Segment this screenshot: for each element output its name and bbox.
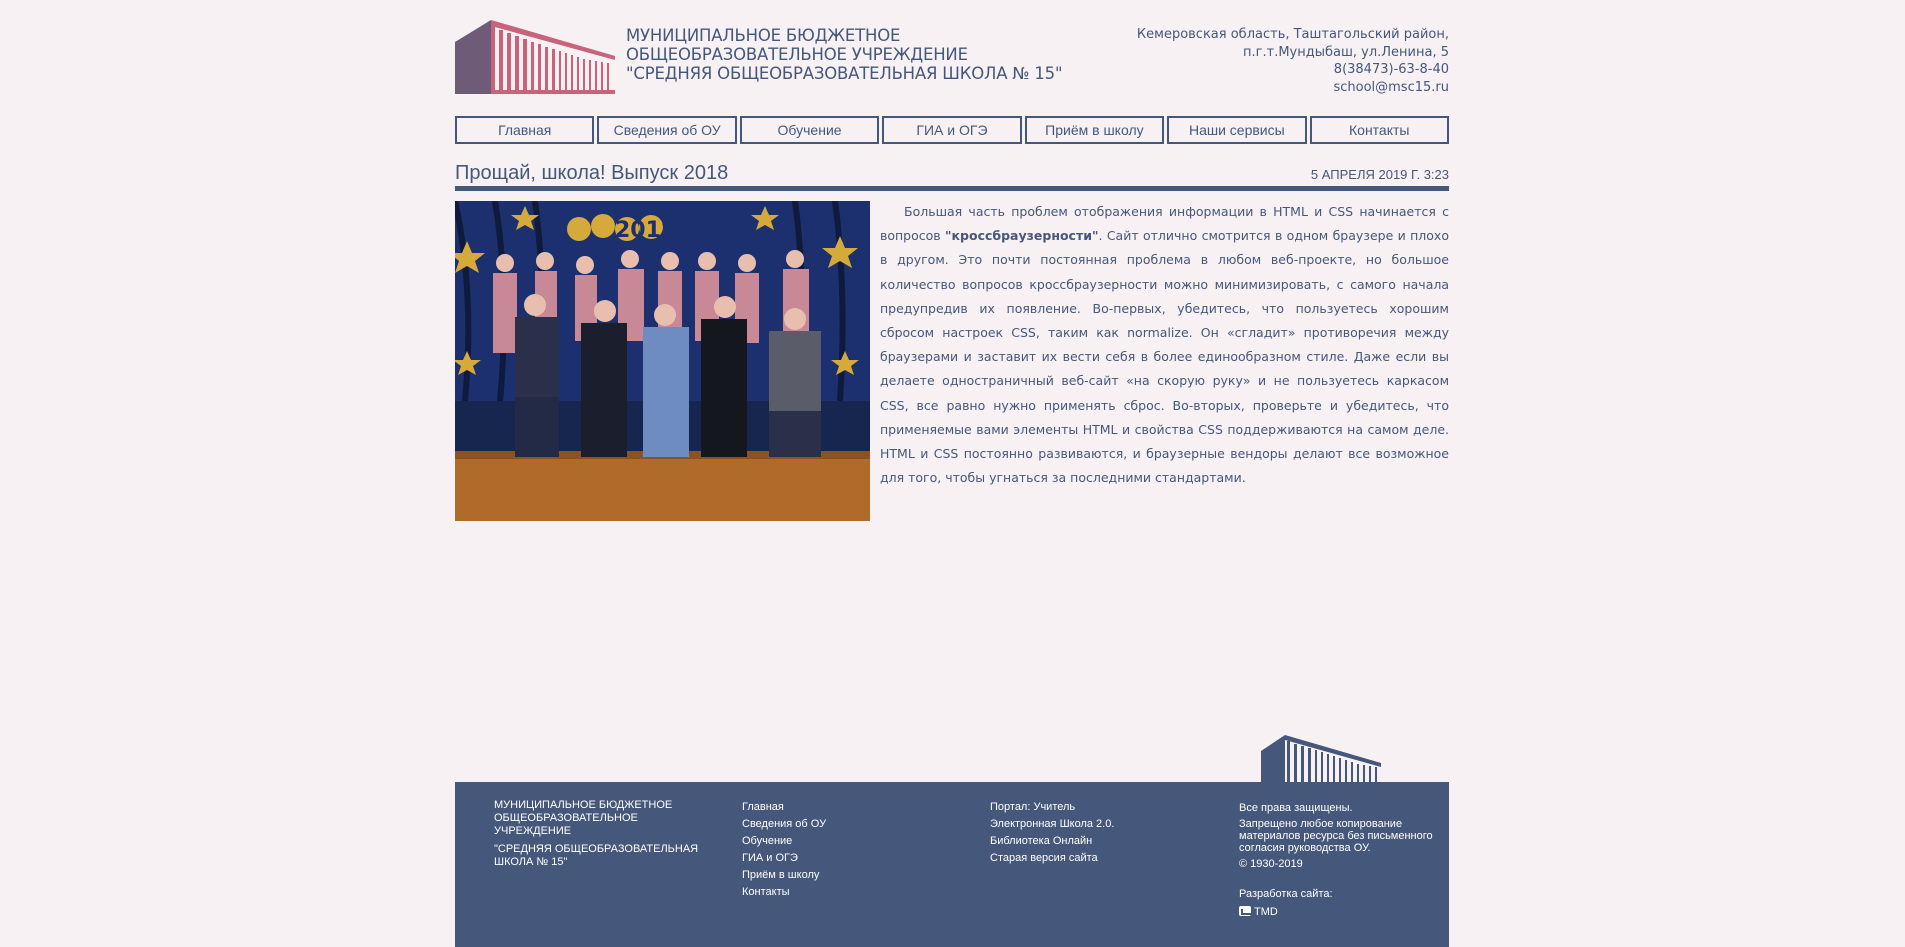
article-text: Большая часть проблем отображения информ… bbox=[880, 200, 1449, 490]
footer-link-library[interactable]: Библиотека Онлайн bbox=[990, 833, 1114, 850]
nav-item-exams[interactable]: ГИА и ОГЭ bbox=[882, 116, 1022, 144]
footer-link-about[interactable]: Сведения об ОУ bbox=[742, 816, 826, 833]
footer-link-teacher-portal[interactable]: Портал: Учитель bbox=[990, 799, 1114, 816]
nav-item-admission[interactable]: Приём в школу bbox=[1024, 116, 1165, 144]
footer-link-contacts[interactable]: Контакты bbox=[742, 884, 826, 901]
school-building-logo-icon[interactable] bbox=[455, 18, 615, 94]
footer-link-home[interactable]: Главная bbox=[742, 799, 826, 816]
article-text-rest: . Сайт отлично смотрится в одном браузер… bbox=[880, 228, 1449, 486]
footer-name-line: ШКОЛА № 15" bbox=[494, 856, 568, 868]
nav-item-contacts[interactable]: Контакты bbox=[1309, 116, 1449, 144]
main-nav: Главная Сведения об ОУ Обучение ГИА и ОГ… bbox=[455, 116, 1449, 144]
school-name: МУНИЦИПАЛЬНОЕ БЮДЖЕТНОЕ ОБЩЕОБРАЗОВАТЕЛЬ… bbox=[626, 26, 1063, 83]
footer-copy-notice: согласия руководства ОУ. bbox=[1239, 842, 1371, 854]
address-line: Кемеровская область, Таштагольский район… bbox=[1136, 27, 1449, 42]
address-line: п.г.т.Мундыбаш, ул.Ленина, 5 bbox=[1243, 44, 1449, 60]
footer-link-e-school[interactable]: Электронная Школа 2.0. bbox=[990, 816, 1114, 833]
footer-dev-label: Разработка сайта: bbox=[1239, 888, 1333, 900]
article-header: Прощай, школа! Выпуск 2018 5 апреля 2019… bbox=[455, 160, 1449, 191]
article-text-bold: "кроссбраузерности" bbox=[945, 228, 1099, 244]
footer-copy-notice: Запрещено любое копирование bbox=[1239, 818, 1403, 830]
footer-link-exams[interactable]: ГИА и ОГЭ bbox=[742, 850, 826, 867]
footer-menu: Главная Сведения об ОУ Обучение ГИА и ОГ… bbox=[742, 799, 826, 901]
footer-copy-notice: материалов ресурса без письменного bbox=[1239, 830, 1433, 842]
footer-dev-link[interactable]: TMD bbox=[1239, 906, 1439, 918]
footer-dev-name: TMD bbox=[1254, 906, 1278, 918]
footer-name-line: "СРЕДНЯЯ ОБЩЕОБРАЗОВАТЕЛЬНАЯ bbox=[494, 843, 699, 855]
footer-rights: Все права защищены. bbox=[1239, 802, 1353, 814]
site-footer: МУНИЦИПАЛЬНОЕ БЮДЖЕТНОЕ ОБЩЕОБРАЗОВАТЕЛЬ… bbox=[455, 782, 1449, 947]
school-name-line: ОБЩЕОБРАЗОВАТЕЛЬНОЕ УЧРЕЖДЕНИЕ bbox=[626, 45, 968, 64]
article-date: 5 апреля 2019 г. 3:23 bbox=[1310, 167, 1449, 182]
page-container: МУНИЦИПАЛЬНОЕ БЮДЖЕТНОЕ ОБЩЕОБРАЗОВАТЕЛЬ… bbox=[455, 0, 1449, 947]
phone-number: 8(38473)-63-8-40 bbox=[1333, 62, 1449, 77]
footer-name-line: ОБЩЕОБРАЗОВАТЕЛЬНОЕ УЧРЕЖДЕНИЕ bbox=[494, 812, 638, 837]
nav-item-services[interactable]: Наши сервисы bbox=[1167, 116, 1307, 144]
footer-school-name: МУНИЦИПАЛЬНОЕ БЮДЖЕТНОЕ ОБЩЕОБРАЗОВАТЕЛЬ… bbox=[494, 799, 714, 869]
footer-years: © 1930-2019 bbox=[1239, 858, 1303, 870]
header-contacts: Кемеровская область, Таштагольский район… bbox=[1137, 26, 1449, 96]
school-name-line: "СРЕДНЯЯ ОБЩЕОБРАЗОВАТЕЛЬНАЯ ШКОЛА № 15" bbox=[626, 64, 1063, 83]
footer-link-admission[interactable]: Приём в школу bbox=[742, 867, 826, 884]
nav-item-about[interactable]: Сведения об ОУ bbox=[597, 116, 737, 144]
footer-name-line: МУНИЦИПАЛЬНОЕ БЮДЖЕТНОЕ bbox=[494, 799, 673, 811]
nav-item-education[interactable]: Обучение bbox=[739, 116, 880, 144]
vk-icon bbox=[1239, 906, 1253, 916]
footer-building-icon bbox=[1261, 735, 1381, 783]
footer-link-old-site[interactable]: Старая версия сайта bbox=[990, 850, 1114, 867]
footer-services: Портал: Учитель Электронная Школа 2.0. Б… bbox=[990, 799, 1114, 867]
footer-legal: Все права защищены. Запрещено любое копи… bbox=[1239, 799, 1439, 918]
page-title: Прощай, школа! Выпуск 2018 bbox=[455, 162, 729, 184]
nav-item-home[interactable]: Главная bbox=[455, 116, 595, 144]
graduation-photo: 2018 bbox=[455, 201, 870, 521]
school-name-line: МУНИЦИПАЛЬНОЕ БЮДЖЕТНОЕ bbox=[626, 26, 901, 45]
photo-2018-balloons: 2018 bbox=[615, 218, 676, 243]
site-header: МУНИЦИПАЛЬНОЕ БЮДЖЕТНОЕ ОБЩЕОБРАЗОВАТЕЛЬ… bbox=[455, 16, 1449, 96]
email-link[interactable]: school@msc15.ru bbox=[1137, 79, 1449, 97]
footer-link-education[interactable]: Обучение bbox=[742, 833, 826, 850]
